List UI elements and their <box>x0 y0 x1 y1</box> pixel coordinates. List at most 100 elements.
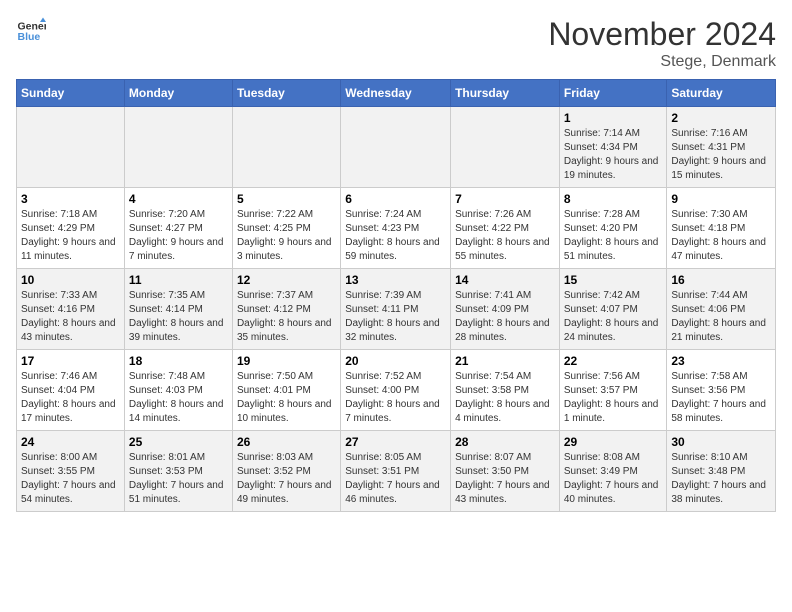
weekday-header-cell: Tuesday <box>232 80 340 107</box>
day-info: Sunrise: 7:18 AM Sunset: 4:29 PM Dayligh… <box>21 208 120 264</box>
calendar-day-cell <box>232 107 340 188</box>
month-title: November 2024 <box>548 16 776 53</box>
day-info: Sunrise: 7:33 AM Sunset: 4:16 PM Dayligh… <box>21 289 120 345</box>
day-info: Sunrise: 7:26 AM Sunset: 4:22 PM Dayligh… <box>455 208 555 264</box>
day-number: 21 <box>455 354 555 368</box>
day-number: 13 <box>345 273 446 287</box>
calendar-day-cell: 2 Sunrise: 7:16 AM Sunset: 4:31 PM Daylig… <box>667 107 776 188</box>
day-info: Sunrise: 7:44 AM Sunset: 4:06 PM Dayligh… <box>671 289 771 345</box>
calendar-day-cell: 6 Sunrise: 7:24 AM Sunset: 4:23 PM Daylig… <box>341 188 451 269</box>
weekday-header-cell: Saturday <box>667 80 776 107</box>
logo: General Blue <box>16 16 46 46</box>
day-number: 26 <box>237 435 336 449</box>
calendar-day-cell: 3 Sunrise: 7:18 AM Sunset: 4:29 PM Daylig… <box>17 188 125 269</box>
day-number: 18 <box>129 354 228 368</box>
weekday-header-cell: Sunday <box>17 80 125 107</box>
calendar-day-cell <box>124 107 232 188</box>
day-info: Sunrise: 8:08 AM Sunset: 3:49 PM Dayligh… <box>564 451 663 507</box>
day-number: 29 <box>564 435 663 449</box>
weekday-header-cell: Monday <box>124 80 232 107</box>
weekday-header-cell: Friday <box>559 80 667 107</box>
day-info: Sunrise: 7:28 AM Sunset: 4:20 PM Dayligh… <box>564 208 663 264</box>
calendar-day-cell: 25 Sunrise: 8:01 AM Sunset: 3:53 PM Dayli… <box>124 431 232 512</box>
calendar-day-cell: 8 Sunrise: 7:28 AM Sunset: 4:20 PM Daylig… <box>559 188 667 269</box>
day-number: 20 <box>345 354 446 368</box>
day-info: Sunrise: 7:48 AM Sunset: 4:03 PM Dayligh… <box>129 370 228 426</box>
day-info: Sunrise: 7:16 AM Sunset: 4:31 PM Dayligh… <box>671 127 771 183</box>
day-info: Sunrise: 7:30 AM Sunset: 4:18 PM Dayligh… <box>671 208 771 264</box>
day-info: Sunrise: 8:01 AM Sunset: 3:53 PM Dayligh… <box>129 451 228 507</box>
calendar-day-cell: 27Sunrise: 8:05 AM Sunset: 3:51 PM Dayli… <box>341 431 451 512</box>
day-info: Sunrise: 7:52 AM Sunset: 4:00 PM Dayligh… <box>345 370 446 426</box>
day-number: 30 <box>671 435 771 449</box>
calendar-day-cell: 11Sunrise: 7:35 AM Sunset: 4:14 PM Dayli… <box>124 269 232 350</box>
calendar-body: 1Sunrise: 7:14 AM Sunset: 4:34 PM Daylig… <box>17 107 776 512</box>
title-block: November 2024 Stege, Denmark <box>548 16 776 71</box>
day-info: Sunrise: 8:07 AM Sunset: 3:50 PM Dayligh… <box>455 451 555 507</box>
day-info: Sunrise: 7:22 AM Sunset: 4:25 PM Dayligh… <box>237 208 336 264</box>
page-header: General Blue November 2024 Stege, Denmar… <box>16 16 776 71</box>
day-info: Sunrise: 8:00 AM Sunset: 3:55 PM Dayligh… <box>21 451 120 507</box>
day-info: Sunrise: 7:50 AM Sunset: 4:01 PM Dayligh… <box>237 370 336 426</box>
calendar-day-cell: 26Sunrise: 8:03 AM Sunset: 3:52 PM Dayli… <box>232 431 340 512</box>
calendar-day-cell <box>341 107 451 188</box>
calendar-week-row: 10 Sunrise: 7:33 AM Sunset: 4:16 PM Dayli… <box>17 269 776 350</box>
calendar-day-cell: 23Sunrise: 7:58 AM Sunset: 3:56 PM Dayli… <box>667 350 776 431</box>
calendar-day-cell: 22 Sunrise: 7:56 AM Sunset: 3:57 PM Dayli… <box>559 350 667 431</box>
calendar-day-cell: 30 Sunrise: 8:10 AM Sunset: 3:48 PM Dayli… <box>667 431 776 512</box>
calendar-day-cell: 7 Sunrise: 7:26 AM Sunset: 4:22 PM Daylig… <box>451 188 560 269</box>
day-number: 3 <box>21 192 120 206</box>
calendar-week-row: 17Sunrise: 7:46 AM Sunset: 4:04 PM Dayli… <box>17 350 776 431</box>
calendar-day-cell: 18 Sunrise: 7:48 AM Sunset: 4:03 PM Dayli… <box>124 350 232 431</box>
day-number: 12 <box>237 273 336 287</box>
calendar-day-cell: 9Sunrise: 7:30 AM Sunset: 4:18 PM Daylig… <box>667 188 776 269</box>
calendar-week-row: 1Sunrise: 7:14 AM Sunset: 4:34 PM Daylig… <box>17 107 776 188</box>
day-number: 5 <box>237 192 336 206</box>
day-number: 7 <box>455 192 555 206</box>
calendar-day-cell: 20 Sunrise: 7:52 AM Sunset: 4:00 PM Dayli… <box>341 350 451 431</box>
day-number: 2 <box>671 111 771 125</box>
day-number: 25 <box>129 435 228 449</box>
calendar-day-cell: 24Sunrise: 8:00 AM Sunset: 3:55 PM Dayli… <box>17 431 125 512</box>
day-info: Sunrise: 7:54 AM Sunset: 3:58 PM Dayligh… <box>455 370 555 426</box>
calendar-day-cell: 15 Sunrise: 7:42 AM Sunset: 4:07 PM Dayli… <box>559 269 667 350</box>
day-number: 11 <box>129 273 228 287</box>
location-subtitle: Stege, Denmark <box>548 53 776 71</box>
day-number: 19 <box>237 354 336 368</box>
day-info: Sunrise: 7:58 AM Sunset: 3:56 PM Dayligh… <box>671 370 771 426</box>
day-info: Sunrise: 8:10 AM Sunset: 3:48 PM Dayligh… <box>671 451 771 507</box>
calendar-day-cell: 14Sunrise: 7:41 AM Sunset: 4:09 PM Dayli… <box>451 269 560 350</box>
day-info: Sunrise: 7:39 AM Sunset: 4:11 PM Dayligh… <box>345 289 446 345</box>
day-number: 6 <box>345 192 446 206</box>
calendar-table: SundayMondayTuesdayWednesdayThursdayFrid… <box>16 79 776 512</box>
calendar-day-cell <box>17 107 125 188</box>
calendar-day-cell: 28 Sunrise: 8:07 AM Sunset: 3:50 PM Dayli… <box>451 431 560 512</box>
calendar-day-cell <box>451 107 560 188</box>
weekday-header-cell: Thursday <box>451 80 560 107</box>
day-number: 10 <box>21 273 120 287</box>
day-number: 16 <box>671 273 771 287</box>
day-info: Sunrise: 7:20 AM Sunset: 4:27 PM Dayligh… <box>129 208 228 264</box>
day-number: 22 <box>564 354 663 368</box>
day-info: Sunrise: 7:42 AM Sunset: 4:07 PM Dayligh… <box>564 289 663 345</box>
day-number: 8 <box>564 192 663 206</box>
day-info: Sunrise: 8:05 AM Sunset: 3:51 PM Dayligh… <box>345 451 446 507</box>
calendar-day-cell: 13 Sunrise: 7:39 AM Sunset: 4:11 PM Dayli… <box>341 269 451 350</box>
calendar-day-cell: 5 Sunrise: 7:22 AM Sunset: 4:25 PM Daylig… <box>232 188 340 269</box>
calendar-day-cell: 1Sunrise: 7:14 AM Sunset: 4:34 PM Daylig… <box>559 107 667 188</box>
weekday-header-cell: Wednesday <box>341 80 451 107</box>
day-info: Sunrise: 7:24 AM Sunset: 4:23 PM Dayligh… <box>345 208 446 264</box>
day-number: 4 <box>129 192 228 206</box>
weekday-header-row: SundayMondayTuesdayWednesdayThursdayFrid… <box>17 80 776 107</box>
logo-icon: General Blue <box>16 16 46 46</box>
calendar-day-cell: 16 Sunrise: 7:44 AM Sunset: 4:06 PM Dayli… <box>667 269 776 350</box>
calendar-day-cell: 21 Sunrise: 7:54 AM Sunset: 3:58 PM Dayli… <box>451 350 560 431</box>
day-info: Sunrise: 7:56 AM Sunset: 3:57 PM Dayligh… <box>564 370 663 426</box>
day-number: 28 <box>455 435 555 449</box>
day-info: Sunrise: 7:14 AM Sunset: 4:34 PM Dayligh… <box>564 127 663 183</box>
calendar-day-cell: 19 Sunrise: 7:50 AM Sunset: 4:01 PM Dayli… <box>232 350 340 431</box>
calendar-day-cell: 17Sunrise: 7:46 AM Sunset: 4:04 PM Dayli… <box>17 350 125 431</box>
day-number: 15 <box>564 273 663 287</box>
calendar-day-cell: 10 Sunrise: 7:33 AM Sunset: 4:16 PM Dayli… <box>17 269 125 350</box>
day-info: Sunrise: 7:37 AM Sunset: 4:12 PM Dayligh… <box>237 289 336 345</box>
